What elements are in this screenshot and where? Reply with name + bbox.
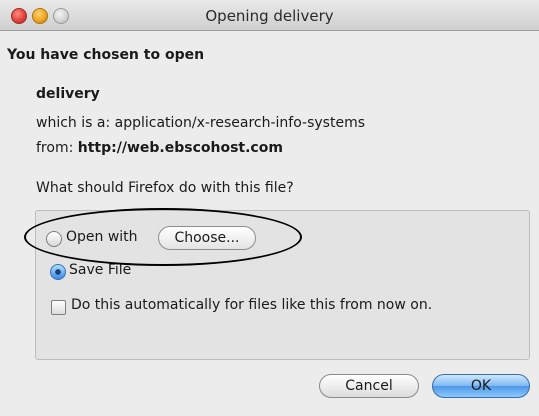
- auto-action-checkbox[interactable]: [51, 300, 66, 315]
- ok-button[interactable]: OK: [432, 374, 530, 398]
- file-name: delivery: [36, 86, 100, 102]
- file-source-line: from: http://web.ebscohost.com: [36, 140, 283, 156]
- cancel-button[interactable]: Cancel: [319, 374, 419, 398]
- highlight-ellipse: [24, 208, 302, 266]
- window-title: Opening delivery: [205, 7, 334, 25]
- action-question: What should Firefox do with this file?: [36, 180, 294, 196]
- title-bar[interactable]: Opening delivery: [0, 0, 539, 31]
- save-file-radio[interactable]: [50, 264, 66, 280]
- auto-action-label[interactable]: Do this automatically for files like thi…: [71, 297, 432, 313]
- file-type-line: which is a: application/x-research-info-…: [36, 115, 365, 131]
- file-source-prefix: from:: [36, 140, 78, 156]
- dialog-heading: You have chosen to open: [7, 47, 205, 63]
- dialog-window: Opening delivery You have chosen to open…: [0, 0, 539, 416]
- file-source-host: http://web.ebscohost.com: [77, 140, 283, 156]
- file-type-prefix: which is a:: [36, 115, 115, 131]
- file-type-value: application/x-research-info-systems: [114, 115, 365, 131]
